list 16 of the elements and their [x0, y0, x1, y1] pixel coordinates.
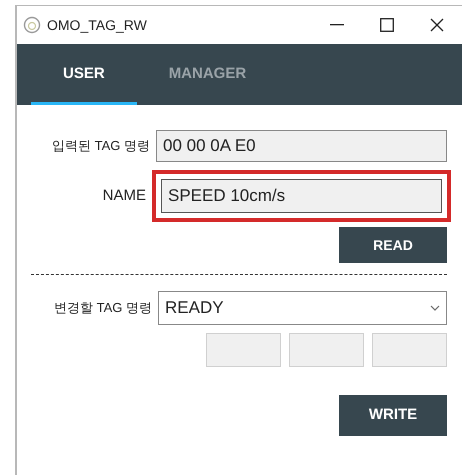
write-button[interactable]: WRITE	[339, 395, 447, 436]
dropdown[interactable]: READY	[158, 291, 447, 325]
field-label: 변경할 TAG 명령	[53, 299, 153, 318]
input-field[interactable]: SPEED 10cm/s	[161, 179, 442, 213]
field-label: 입력된 TAG 명령	[51, 136, 151, 155]
close-icon	[430, 18, 444, 32]
maximize-icon	[380, 18, 394, 32]
read-button[interactable]: READ	[339, 227, 447, 263]
chevron-down-icon	[430, 305, 440, 311]
input-field[interactable]: 00 00 0A E0	[156, 130, 447, 162]
tab[interactable]: USER	[31, 47, 137, 105]
app-icon	[23, 16, 41, 34]
field-label: NAME	[102, 186, 147, 206]
minimize-icon	[330, 24, 344, 26]
tab[interactable]: MANAGER	[136, 47, 278, 105]
window-title: OMO_TAG_RW	[47, 16, 147, 35]
